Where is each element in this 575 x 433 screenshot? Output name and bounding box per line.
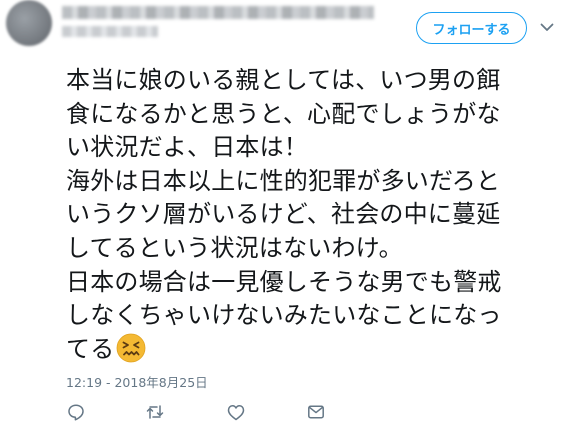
tweet-line: い状況だよ、日本は！	[66, 133, 308, 162]
tweet-line: しなくちゃいけないみたいなことになっ	[66, 301, 502, 330]
tweet-text: 本当に娘のいる親としては、いつ男の餌 食になるかと思うと、心配でしょうがな い状…	[66, 64, 571, 366]
confounded-face-icon	[116, 333, 146, 363]
display-name-redacted[interactable]	[62, 6, 374, 19]
tweet-line: 海外は日本以上に性的犯罪が多いだろと	[66, 166, 501, 195]
avatar[interactable]	[6, 0, 52, 46]
chevron-down-icon[interactable]	[540, 22, 554, 32]
message-icon[interactable]	[306, 402, 326, 422]
reply-icon[interactable]	[66, 402, 86, 422]
tweet-actions	[0, 398, 575, 428]
like-icon[interactable]	[226, 402, 246, 422]
tweet-line-last: てる	[66, 333, 571, 367]
tweet-line: 食になるかと思うと、心配でしょうがな	[66, 99, 501, 128]
tweet-line: 日本の場合は一見優しそうな男でも警戒	[66, 267, 502, 296]
username-redacted[interactable]	[62, 26, 158, 37]
tweet-line: してるという状況はないわけ。	[66, 233, 403, 262]
tweet-line-text: てる	[66, 334, 115, 363]
retweet-icon[interactable]	[145, 402, 165, 422]
tweet-line: いうクソ層がいるけど、社会の中に蔓延	[66, 200, 501, 229]
tweet-line: 本当に娘のいる親としては、いつ男の餌	[66, 66, 501, 94]
tweet-timestamp[interactable]: 12:19 - 2018年8月25日	[66, 372, 208, 391]
tweet-header: フォローする	[0, 0, 575, 60]
follow-button[interactable]: フォローする	[416, 12, 527, 44]
